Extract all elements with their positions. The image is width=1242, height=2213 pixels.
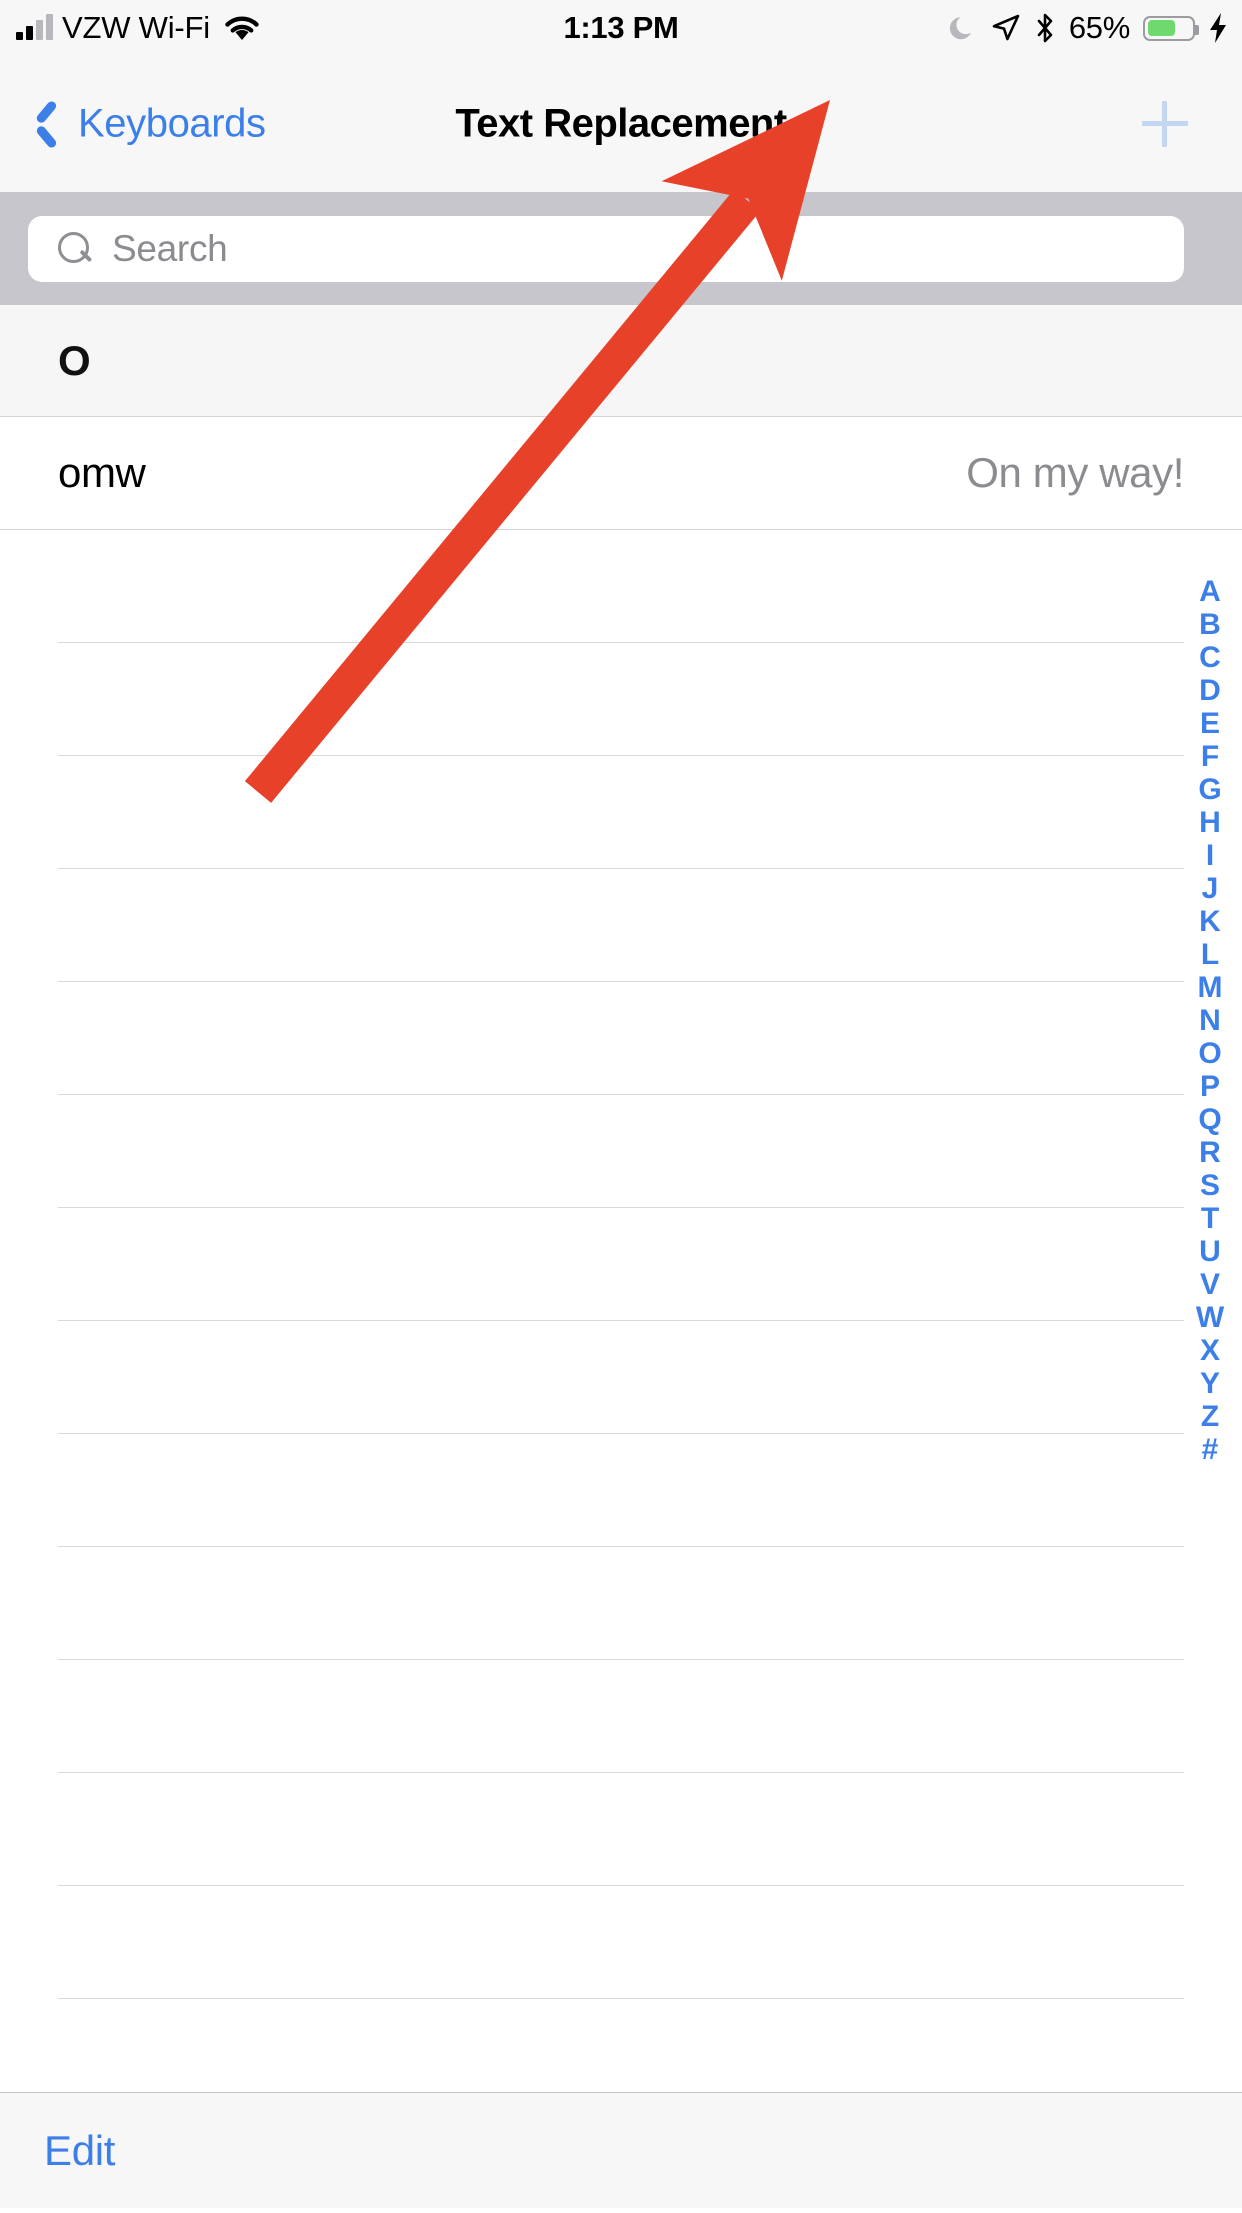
table-row-empty (58, 1321, 1184, 1434)
bottom-toolbar: Edit (0, 2092, 1242, 2208)
index-letter-s[interactable]: S (1200, 1169, 1220, 1202)
index-letter-c[interactable]: C (1199, 641, 1221, 674)
search-bar-container: Search (0, 193, 1242, 305)
index-letter-hash[interactable]: # (1202, 1433, 1219, 1466)
location-arrow-icon (991, 13, 1021, 43)
navigation-bar: Keyboards Text Replacement (0, 56, 1242, 193)
table-row-empty (58, 1773, 1184, 1886)
table-row-empty (58, 982, 1184, 1095)
edit-button[interactable]: Edit (44, 2127, 115, 2175)
index-letter-p[interactable]: P (1200, 1070, 1220, 1103)
battery-icon (1143, 15, 1199, 41)
table-row-empty (58, 1660, 1184, 1773)
index-letter-x[interactable]: X (1200, 1334, 1220, 1367)
index-letter-g[interactable]: G (1198, 773, 1221, 806)
table-row-empty (58, 1886, 1184, 1999)
search-placeholder: Search (112, 228, 228, 269)
battery-percent-label: 65% (1068, 10, 1130, 45)
plus-icon[interactable] (1142, 101, 1188, 147)
index-letter-r[interactable]: R (1199, 1136, 1221, 1169)
empty-rows-container (0, 530, 1242, 2112)
index-letter-m[interactable]: M (1198, 971, 1223, 1004)
table-row-empty (58, 1434, 1184, 1547)
do-not-disturb-moon-icon (948, 13, 978, 43)
text-replacement-list: omw On my way! (0, 417, 1242, 2112)
index-letter-b[interactable]: B (1199, 608, 1221, 641)
index-letter-f[interactable]: F (1201, 740, 1219, 773)
index-letter-d[interactable]: D (1199, 674, 1221, 707)
clock-label: 1:13 PM (563, 10, 679, 45)
index-letter-l[interactable]: L (1201, 938, 1219, 971)
index-letter-h[interactable]: H (1199, 806, 1221, 839)
alphabet-index-bar[interactable]: A B C D E F G H I J K L M N O P Q R S T U V W X Y Z # (1184, 575, 1236, 1466)
index-letter-q[interactable]: Q (1198, 1103, 1221, 1136)
index-letter-n[interactable]: N (1199, 1004, 1221, 1037)
table-row-empty (58, 530, 1184, 643)
section-header: O (0, 305, 1242, 417)
index-letter-y[interactable]: Y (1200, 1367, 1220, 1400)
lightning-bolt-icon (1208, 12, 1228, 44)
table-row-empty (58, 756, 1184, 869)
index-letter-t[interactable]: T (1201, 1202, 1219, 1235)
row-phrase: On my way! (966, 449, 1184, 496)
table-row-empty (58, 1208, 1184, 1321)
index-letter-e[interactable]: E (1200, 707, 1220, 740)
index-letter-j[interactable]: J (1202, 872, 1219, 905)
index-letter-z[interactable]: Z (1201, 1400, 1219, 1433)
page-title: Text Replacement (455, 101, 787, 146)
index-letter-i[interactable]: I (1206, 839, 1214, 872)
search-input[interactable]: Search (28, 216, 1184, 282)
index-letter-k[interactable]: K (1199, 905, 1221, 938)
table-row-empty (58, 1095, 1184, 1208)
bluetooth-icon (1034, 12, 1056, 44)
table-row[interactable]: omw On my way! (0, 417, 1242, 530)
search-icon (58, 232, 92, 266)
status-bar-right: 65% (948, 0, 1228, 56)
section-header-label: O (58, 336, 91, 384)
row-shortcut: omw (58, 449, 146, 496)
table-row-empty (58, 1547, 1184, 1660)
table-row-empty (58, 869, 1184, 982)
index-letter-a[interactable]: A (1199, 575, 1221, 608)
index-letter-w[interactable]: W (1196, 1301, 1224, 1334)
table-row-empty (58, 643, 1184, 756)
status-bar: VZW Wi-Fi 1:13 PM 65% (0, 0, 1242, 56)
index-letter-u[interactable]: U (1199, 1235, 1221, 1268)
index-letter-o[interactable]: O (1198, 1037, 1221, 1070)
index-letter-v[interactable]: V (1200, 1268, 1220, 1301)
